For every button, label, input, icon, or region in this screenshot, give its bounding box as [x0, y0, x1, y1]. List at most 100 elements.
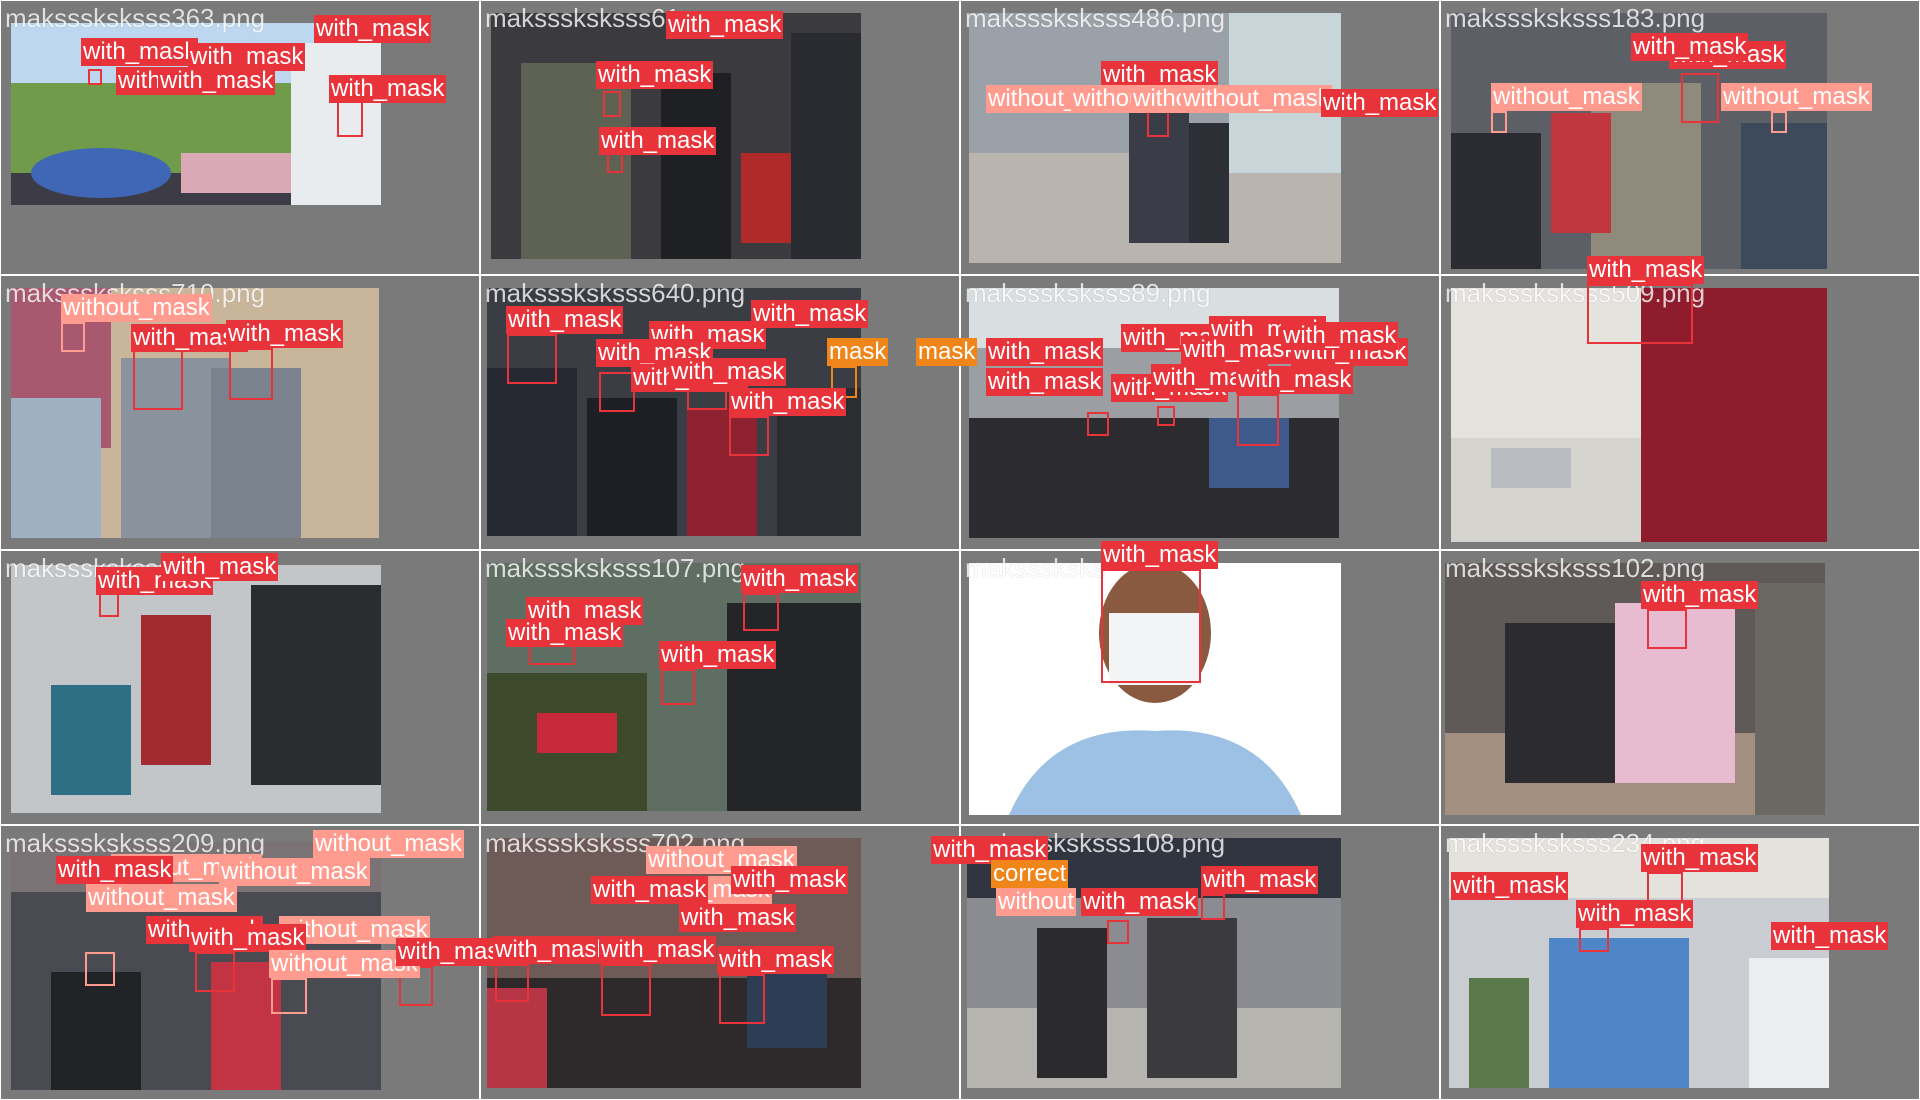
image-filename: maksssksks: [965, 553, 1106, 583]
detection-box: [1201, 894, 1225, 920]
detection-label: with_mask: [56, 856, 174, 884]
detection-label: with_mask: [81, 38, 199, 66]
detection-box: [1147, 111, 1169, 137]
detection-label: with_mask: [1101, 541, 1219, 569]
image-filename: maksssksksss486.png: [965, 3, 1226, 33]
detection-label: with_mask: [1281, 322, 1399, 350]
detection-box: [661, 669, 695, 705]
detection-label: with_mask: [1081, 888, 1199, 916]
detection-label: with_mask: [1771, 922, 1889, 950]
image-filename: maksssksksss183.png: [1445, 3, 1706, 33]
detection-label: with_mask: [669, 358, 787, 386]
detection-box: [729, 416, 769, 456]
detection-label: without: [996, 888, 1077, 916]
tile: maksssksksss640.png with_mask with_mask …: [480, 275, 960, 550]
detection-label: with_mask: [161, 553, 279, 581]
detection-label: with_mask: [1641, 844, 1759, 872]
detection-box: [495, 964, 529, 1002]
detection-label: with_mask: [226, 320, 344, 348]
tile: maksssksksss509.png with_mask: [1440, 256, 1920, 550]
detection-label: with_mask: [659, 641, 777, 669]
photo: [1445, 563, 1825, 815]
tile: maksssksksss183.png with_mask with_mask …: [1440, 0, 1920, 275]
tile: maksssksksss486.png with_mask without_ma…: [960, 0, 1440, 275]
detection-label: with_mask: [329, 75, 447, 103]
detection-box: [1087, 412, 1109, 436]
detection-box: [85, 952, 115, 986]
image-filename: maksssksksss640.png: [485, 278, 746, 308]
detection-label: with_mask: [314, 15, 432, 43]
detection-label: with_mask: [679, 904, 797, 932]
detection-box: [601, 964, 651, 1016]
detection-box: [607, 153, 623, 173]
detection-box: [1101, 569, 1201, 683]
tile: maksssksksss with_mask with_mask: [0, 550, 480, 825]
detection-label: without_mask: [1181, 85, 1332, 113]
detection-label: with_mask: [1576, 900, 1694, 928]
detection-label: without_mask: [219, 858, 370, 886]
detection-box: [1647, 609, 1687, 649]
detection-box: [1579, 928, 1609, 952]
photo-scene: [969, 13, 1341, 263]
detection-label: with_mask: [986, 368, 1104, 396]
detection-label: with_mask: [599, 127, 717, 155]
detection-box: [743, 593, 779, 631]
detection-label: with_mask: [1451, 872, 1569, 900]
detection-label: with_mask: [506, 306, 624, 334]
tile: maksssksksss89.png with_mask with_mask w…: [916, 275, 1440, 550]
tile: maksssksks with_mask: [960, 541, 1440, 825]
detection-box: [271, 978, 307, 1014]
image-filename: maksssksksss89.png: [965, 278, 1211, 308]
detection-label: with_mask: [596, 61, 714, 89]
photo-scene: [11, 565, 381, 813]
image-filename: maksssksksss61: [485, 3, 681, 33]
detection-label: without_mask: [61, 294, 212, 322]
detection-label: mask: [916, 338, 978, 366]
detection-box: [1681, 73, 1719, 123]
detection-label: without_mask: [86, 884, 237, 912]
detection-box: [719, 974, 765, 1024]
detection-label: with_mask: [1587, 256, 1705, 284]
detection-label: mask: [827, 338, 889, 366]
detection-box: [61, 322, 85, 352]
detection-box: [507, 334, 557, 384]
detection-label: with_mask: [1201, 866, 1319, 894]
detection-label: with_mask: [741, 565, 859, 593]
detection-box: [1237, 394, 1279, 446]
detection-box: [1491, 111, 1507, 133]
detection-grid: maksssksksss363.png with_mask with_mask …: [0, 0, 1920, 1100]
tile: maksssksksss209.png without_mask without…: [0, 825, 514, 1100]
detection-label: with_mask: [1236, 366, 1354, 394]
detection-label: with_mask: [493, 936, 611, 964]
detection-box: [1107, 920, 1129, 944]
detection-box: [603, 91, 621, 117]
tile: maksssksksss102.png with_mask: [1440, 550, 1920, 825]
detection-box: [99, 593, 119, 617]
detection-label: without_mask: [313, 830, 464, 858]
detection-label: with_mask: [591, 876, 709, 904]
tile: maksssksksss108.png with_mask correct wi…: [931, 825, 1440, 1100]
tile: maksssksksss710.png without_mask with_ma…: [0, 275, 480, 550]
photo: [969, 13, 1341, 263]
detection-box: [88, 69, 102, 85]
detection-box: [599, 372, 635, 412]
detection-box: [195, 952, 235, 992]
detection-label: with_mask: [599, 936, 717, 964]
detection-label: with_mask: [986, 338, 1104, 366]
detection-box: [1157, 406, 1175, 426]
tile: maksssksksss363.png with_mask with_mask …: [0, 0, 480, 275]
detection-box: [229, 348, 273, 400]
detection-label: with_mask: [751, 300, 869, 328]
detection-label: without_mask: [1721, 83, 1872, 111]
photo: [11, 565, 381, 813]
detection-label: with_mask: [729, 388, 847, 416]
detection-label: with_mask: [731, 866, 849, 894]
detection-box: [1587, 284, 1693, 344]
detection-label: with_mask: [666, 11, 784, 39]
detection-label: with_mask: [1641, 581, 1759, 609]
tile: maksssksksss234.png with_mask with_mask …: [1440, 825, 1920, 1100]
detection-box: [133, 350, 183, 410]
detection-label: with_mask: [717, 946, 835, 974]
tile: maksssksksss61 with_mask with_mask with_…: [480, 0, 960, 275]
detection-box: [1771, 111, 1787, 133]
